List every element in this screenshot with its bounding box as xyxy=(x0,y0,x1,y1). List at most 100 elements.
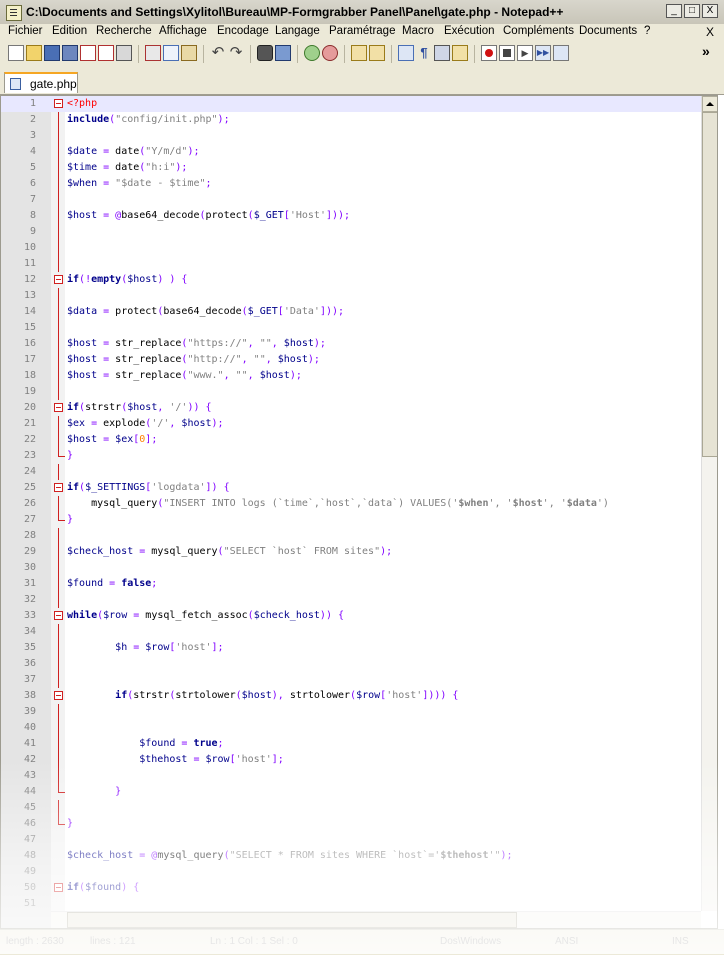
sync-horizontal-icon[interactable] xyxy=(369,45,385,61)
find-icon[interactable] xyxy=(257,45,273,61)
replace-icon[interactable] xyxy=(275,45,291,61)
play-macro-icon[interactable]: ▶ xyxy=(517,45,533,61)
editor[interactable]: 1 <?php 2 include("config/init.php"); 3 4 $dat… xyxy=(0,95,718,929)
code-line[interactable]: 43 xyxy=(1,768,701,784)
code-line[interactable]: 37 xyxy=(1,672,701,688)
code-line[interactable]: 2 include("config/init.php"); xyxy=(1,112,701,128)
code-line[interactable]: 20 if(strstr($host, '/')) { xyxy=(1,400,701,416)
code-line[interactable]: 51 xyxy=(1,896,701,912)
menu-documents[interactable]: Documents xyxy=(579,25,637,37)
close-all-icon[interactable] xyxy=(98,45,114,61)
fold-toggle-icon[interactable] xyxy=(54,483,63,492)
zoom-in-icon[interactable] xyxy=(304,45,320,61)
menu-fichier[interactable]: Fichier xyxy=(8,25,43,37)
code-line[interactable]: 34 xyxy=(1,624,701,640)
code-line[interactable]: 41 $found = true; xyxy=(1,736,701,752)
code-line[interactable]: 15 xyxy=(1,320,701,336)
code-line[interactable]: 9 xyxy=(1,224,701,240)
code-line[interactable]: 7 xyxy=(1,192,701,208)
code-line[interactable]: 29 $check_host = mysql_query("SELECT `hos… xyxy=(1,544,701,560)
code-line[interactable]: 21 $ex = explode('/', $host); xyxy=(1,416,701,432)
code-line[interactable]: 40 xyxy=(1,720,701,736)
close-window-button[interactable]: X xyxy=(702,4,718,18)
code-line[interactable]: 3 xyxy=(1,128,701,144)
code-line[interactable]: 14 $data = protect(base64_decode($_GET['D… xyxy=(1,304,701,320)
code-line[interactable]: 28 xyxy=(1,528,701,544)
code-line[interactable]: 47 xyxy=(1,832,701,848)
code-line[interactable]: 26 mysql_query("INSERT INTO logs (`time`… xyxy=(1,496,701,512)
cut-icon[interactable] xyxy=(145,45,161,61)
menu-langage[interactable]: Langage xyxy=(275,25,320,37)
code-line[interactable]: 1 <?php xyxy=(1,96,701,112)
menu-macro[interactable]: Macro xyxy=(402,25,434,37)
sync-vertical-icon[interactable] xyxy=(351,45,367,61)
menu-help[interactable]: ? xyxy=(644,25,650,37)
menu-parametrage[interactable]: Paramétrage xyxy=(329,25,395,37)
code-line[interactable]: 48 $check_host = @mysql_query("SELECT * F… xyxy=(1,848,701,864)
code-line[interactable]: 11 xyxy=(1,256,701,272)
record-macro-icon[interactable] xyxy=(481,45,497,61)
code-line[interactable]: 35 $h = $row['host']; xyxy=(1,640,701,656)
fold-toggle-icon[interactable] xyxy=(54,883,63,892)
code-line[interactable]: 31 $found = false; xyxy=(1,576,701,592)
tab-gate-php[interactable]: gate.php xyxy=(4,72,78,93)
paste-icon[interactable] xyxy=(181,45,197,61)
toolbar-overflow-icon[interactable]: » xyxy=(702,43,718,59)
code-line[interactable]: 30 xyxy=(1,560,701,576)
fold-toggle-icon[interactable] xyxy=(54,611,63,620)
fold-toggle-icon[interactable] xyxy=(54,99,63,108)
close-document-button[interactable]: X xyxy=(706,25,714,39)
fold-toggle-icon[interactable] xyxy=(54,691,63,700)
maximize-button[interactable]: □ xyxy=(684,4,700,18)
code-line[interactable]: 45 xyxy=(1,800,701,816)
stop-macro-icon[interactable] xyxy=(499,45,515,61)
code-line[interactable]: 12 if(!empty($host) ) { xyxy=(1,272,701,288)
code-line[interactable]: 4 $date = date("Y/m/d"); xyxy=(1,144,701,160)
code-line[interactable]: 17 $host = str_replace("http://", "", $ho… xyxy=(1,352,701,368)
code-line[interactable]: 42 $thehost = $row['host']; xyxy=(1,752,701,768)
new-file-icon[interactable] xyxy=(8,45,24,61)
save-all-icon[interactable] xyxy=(62,45,78,61)
code-line[interactable]: 46} xyxy=(1,816,701,832)
zoom-out-icon[interactable] xyxy=(322,45,338,61)
code-line[interactable]: 6 $when = "$date - $time"; xyxy=(1,176,701,192)
code-line[interactable]: 33 while($row = mysql_fetch_assoc($check_… xyxy=(1,608,701,624)
code-line[interactable]: 22 $host = $ex[0]; xyxy=(1,432,701,448)
save-macro-icon[interactable] xyxy=(553,45,569,61)
code-line[interactable]: 23} xyxy=(1,448,701,464)
save-icon[interactable] xyxy=(44,45,60,61)
print-icon[interactable] xyxy=(116,45,132,61)
code-line[interactable]: 19 xyxy=(1,384,701,400)
code-line[interactable]: 25 if($_SETTINGS['logdata']) { xyxy=(1,480,701,496)
horizontal-scrollbar[interactable] xyxy=(51,911,701,928)
code-line[interactable]: 32 xyxy=(1,592,701,608)
code-line[interactable]: 18 $host = str_replace("www.", "", $host)… xyxy=(1,368,701,384)
menu-recherche[interactable]: Recherche xyxy=(96,25,152,37)
undo-icon[interactable]: ↶ xyxy=(210,45,226,61)
code-line[interactable]: 24 xyxy=(1,464,701,480)
word-wrap-icon[interactable] xyxy=(398,45,414,61)
minimize-button[interactable]: _ xyxy=(666,4,682,18)
close-icon[interactable] xyxy=(80,45,96,61)
code-line[interactable]: 10 xyxy=(1,240,701,256)
fold-toggle-icon[interactable] xyxy=(54,403,63,412)
code-line[interactable]: 5 $time = date("h:i"); xyxy=(1,160,701,176)
code-line[interactable]: 50 if($found) { xyxy=(1,880,701,896)
code-line[interactable]: 44 } xyxy=(1,784,701,800)
document-map-icon[interactable] xyxy=(452,45,468,61)
code-line[interactable]: 49 xyxy=(1,864,701,880)
menu-affichage[interactable]: Affichage xyxy=(159,25,207,37)
open-file-icon[interactable] xyxy=(26,45,42,61)
vertical-scrollbar[interactable] xyxy=(701,96,717,911)
indent-guide-icon[interactable] xyxy=(434,45,450,61)
menu-encodage[interactable]: Encodage xyxy=(217,25,269,37)
menu-edition[interactable]: Edition xyxy=(52,25,87,37)
horizontal-scroll-thumb[interactable] xyxy=(67,912,517,928)
code-line[interactable]: 36 xyxy=(1,656,701,672)
code-line[interactable]: 13 xyxy=(1,288,701,304)
redo-icon[interactable]: ↷ xyxy=(228,45,244,61)
scroll-up-button[interactable] xyxy=(702,96,717,112)
show-all-chars-icon[interactable]: ¶ xyxy=(416,45,432,61)
menu-complements[interactable]: Compléments xyxy=(503,25,574,37)
copy-icon[interactable] xyxy=(163,45,179,61)
